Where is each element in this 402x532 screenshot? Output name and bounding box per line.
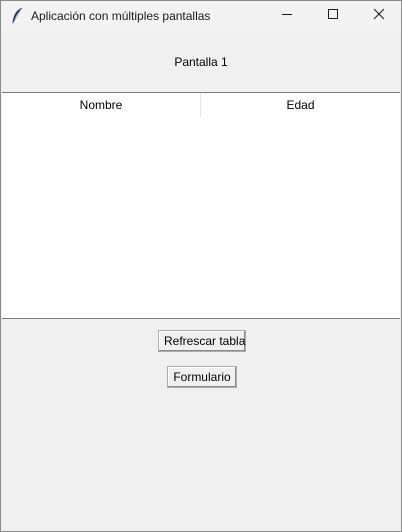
column-header-edad[interactable]: Edad <box>201 93 400 117</box>
minimize-button[interactable] <box>264 1 310 31</box>
screen-title: Pantalla 1 <box>174 55 228 69</box>
table-header: Nombre Edad <box>2 93 400 117</box>
title-bar[interactable]: Aplicación con múltiples pantallas <box>1 1 401 31</box>
maximize-button[interactable] <box>310 1 356 31</box>
maximize-icon <box>327 7 339 25</box>
column-header-nombre[interactable]: Nombre <box>2 93 201 117</box>
app-window: Aplicación con múltiples pantallas Panta… <box>0 0 402 532</box>
form-button[interactable]: Formulario <box>167 366 237 388</box>
close-button[interactable] <box>356 1 401 31</box>
window-title: Aplicación con múltiples pantallas <box>31 9 211 23</box>
data-table[interactable]: Nombre Edad <box>2 92 400 319</box>
minimize-icon <box>281 7 293 25</box>
refresh-table-button[interactable]: Refrescar tabla <box>158 330 246 352</box>
feather-icon <box>10 7 24 25</box>
close-icon <box>373 7 385 25</box>
